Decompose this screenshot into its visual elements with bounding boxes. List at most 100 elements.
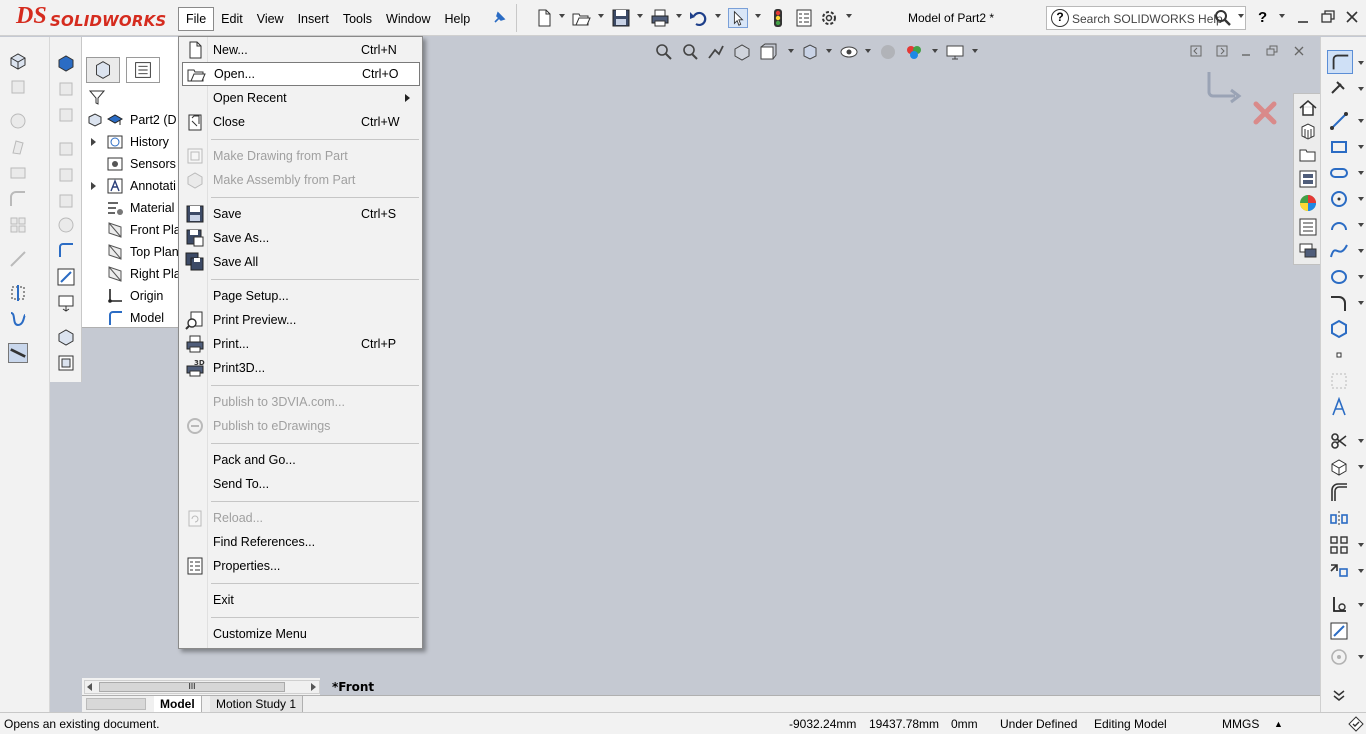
menu-item-exit[interactable]: Exit — [179, 588, 422, 612]
rectangle-dropdown[interactable] — [1358, 145, 1364, 149]
menu-item-make-drawing[interactable]: Make Drawing from Part — [179, 144, 422, 168]
menu-item-new[interactable]: New... Ctrl+N — [179, 38, 422, 62]
polygon-icon[interactable] — [1329, 319, 1349, 339]
history-expander[interactable] — [91, 138, 96, 146]
curves-icon[interactable] — [8, 309, 28, 329]
line-dropdown[interactable] — [1358, 119, 1364, 123]
draft-icon[interactable] — [56, 215, 76, 235]
tree-item-origin[interactable]: Origin — [106, 286, 163, 306]
custom-properties-icon[interactable] — [1298, 217, 1318, 237]
menu-tools[interactable]: Tools — [336, 7, 379, 31]
scroll-left-arrow[interactable] — [87, 683, 92, 691]
view-settings-dropdown[interactable] — [972, 49, 978, 53]
view-orientation-dropdown[interactable] — [788, 49, 794, 53]
section-view-icon[interactable] — [732, 42, 752, 62]
search-icon[interactable] — [1214, 9, 1232, 27]
mirror-entities-icon[interactable] — [1329, 509, 1349, 529]
tree-item-annotations[interactable]: Annotati — [106, 176, 176, 196]
centerline-icon[interactable] — [1329, 371, 1349, 391]
search-dropdown-arrow[interactable] — [1238, 14, 1244, 18]
menu-item-open-recent[interactable]: Open Recent — [179, 86, 422, 110]
fillet-sketch-icon[interactable] — [1329, 293, 1349, 313]
scroll-thumb[interactable]: III — [99, 682, 285, 692]
menu-item-save-as[interactable]: Save As... — [179, 226, 422, 250]
minimize-icon[interactable] — [1294, 8, 1312, 26]
tree-item-front-plane[interactable]: Front Pla — [106, 220, 181, 240]
boundary-cut-icon[interactable] — [56, 165, 76, 185]
tab-model[interactable]: Model — [154, 696, 202, 713]
extruded-cut-icon[interactable] — [56, 53, 76, 73]
smart-dimension-icon[interactable] — [56, 267, 76, 287]
linear-sketch-pattern-icon[interactable] — [1329, 535, 1349, 555]
shell-icon[interactable] — [56, 191, 76, 211]
menu-item-publish-edrawings[interactable]: Publish to eDrawings — [179, 414, 422, 438]
select-dropdown-arrow[interactable] — [755, 14, 761, 18]
smart-dimension-icon[interactable] — [1329, 79, 1349, 99]
print-dropdown-arrow[interactable] — [676, 14, 682, 18]
close-window-icon[interactable] — [1343, 8, 1361, 26]
rebuild-icon[interactable] — [768, 8, 788, 28]
menu-item-send-to[interactable]: Send To... — [179, 472, 422, 496]
tab-navigation-arrows[interactable] — [86, 698, 146, 710]
scroll-right-arrow[interactable] — [311, 683, 316, 691]
menu-item-print-preview[interactable]: Print Preview... — [179, 308, 422, 332]
menu-item-save-all[interactable]: Save All — [179, 250, 422, 274]
line-icon[interactable] — [1329, 111, 1349, 131]
ellipse-icon[interactable] — [1329, 267, 1349, 287]
design-library-icon[interactable] — [1298, 121, 1318, 141]
fillet-icon[interactable] — [8, 189, 28, 209]
revolved-boss-icon[interactable] — [8, 77, 28, 97]
display-style-icon[interactable] — [800, 42, 820, 62]
pattern-dropdown[interactable] — [1358, 543, 1364, 547]
fillet-dropdown[interactable] — [1358, 301, 1364, 305]
spline-dropdown[interactable] — [1358, 249, 1364, 253]
arc-dropdown[interactable] — [1358, 223, 1364, 227]
help-button[interactable]: ? — [1258, 9, 1267, 26]
hide-show-dropdown[interactable] — [865, 49, 871, 53]
display-delete-relations-icon[interactable] — [1329, 595, 1349, 615]
undo-dropdown-arrow[interactable] — [715, 14, 721, 18]
menu-item-pack-and-go[interactable]: Pack and Go... — [179, 448, 422, 472]
convert-entities-icon[interactable] — [1329, 457, 1349, 477]
doc-restore-icon[interactable] — [1266, 45, 1278, 57]
circle-icon[interactable] — [1329, 189, 1349, 209]
file-explorer-icon[interactable] — [1298, 145, 1318, 165]
tree-item-material[interactable]: Material — [106, 198, 174, 218]
menu-edit[interactable]: Edit — [214, 7, 250, 31]
forum-icon[interactable] — [1298, 241, 1318, 261]
sketch-icon[interactable] — [56, 241, 76, 261]
view-orientation-icon[interactable] — [758, 42, 778, 62]
circle-dropdown[interactable] — [1358, 197, 1364, 201]
apply-scene-dropdown[interactable] — [932, 49, 938, 53]
previous-view-icon[interactable] — [706, 42, 726, 62]
menu-item-properties[interactable]: Properties... — [179, 554, 422, 578]
zoom-to-area-icon[interactable] — [680, 42, 700, 62]
swept-cut-icon[interactable] — [56, 105, 76, 125]
repair-sketch-icon[interactable] — [1329, 621, 1349, 641]
menu-help[interactable]: Help — [438, 7, 478, 31]
menu-item-print3d[interactable]: 3D Print3D... — [179, 356, 422, 380]
menu-item-print[interactable]: Print... Ctrl+P — [179, 332, 422, 356]
instant3d-icon[interactable] — [8, 343, 28, 363]
edit-appearance-icon[interactable] — [878, 42, 898, 62]
confirmation-corner-cancel-icon[interactable] — [1252, 100, 1278, 126]
display-style-dropdown[interactable] — [826, 49, 832, 53]
menu-item-reload[interactable]: Reload... — [179, 506, 422, 530]
menu-item-close[interactable]: Close Ctrl+W — [179, 110, 422, 134]
tree-item-history[interactable]: History — [106, 132, 169, 152]
save-dropdown-arrow[interactable] — [637, 14, 643, 18]
convert-entities-icon[interactable] — [56, 293, 76, 313]
trim-dropdown[interactable] — [1358, 439, 1364, 443]
doc-minimize-icon[interactable] — [1240, 45, 1252, 57]
menu-item-publish-3dvia[interactable]: Publish to 3DVIA.com... — [179, 390, 422, 414]
unit-system-arrow[interactable]: ▲ — [1274, 719, 1283, 729]
menu-insert[interactable]: Insert — [291, 7, 336, 31]
move-entities-icon[interactable] — [1329, 561, 1349, 581]
apply-scene-icon[interactable] — [904, 42, 924, 62]
move-dropdown[interactable] — [1358, 569, 1364, 573]
menu-window[interactable]: Window — [379, 7, 437, 31]
ellipse-dropdown[interactable] — [1358, 275, 1364, 279]
tree-item-right-plane[interactable]: Right Pla — [106, 264, 181, 284]
select-icon[interactable] — [728, 8, 748, 28]
unit-system-button[interactable]: MMGS — [1222, 717, 1259, 731]
